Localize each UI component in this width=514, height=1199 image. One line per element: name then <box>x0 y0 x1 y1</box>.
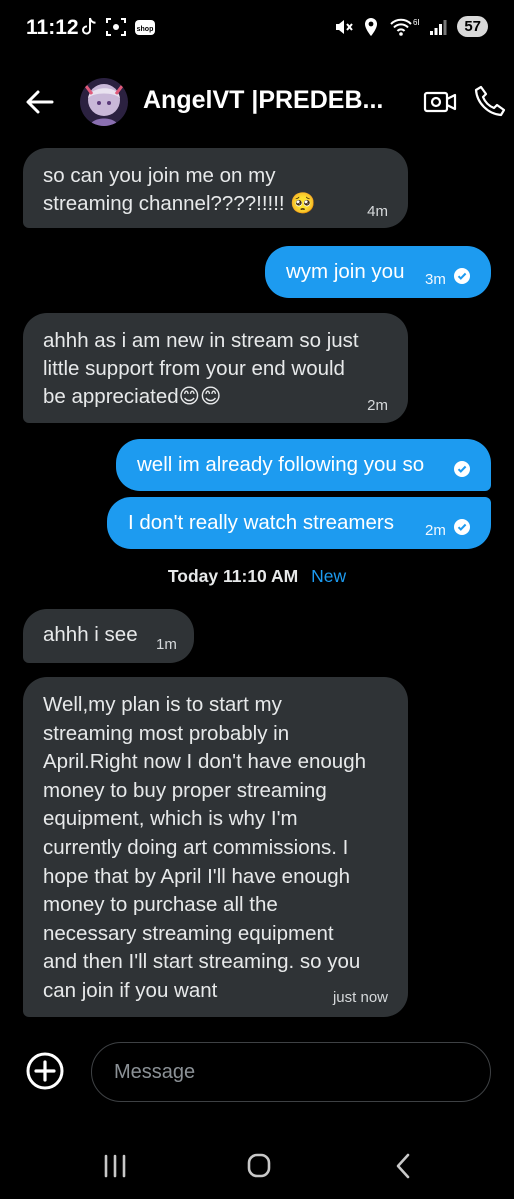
sent-message[interactable]: well im already following you so <box>116 439 491 491</box>
sent-message[interactable]: wym join you 3m <box>265 246 491 298</box>
signal-icon <box>430 19 447 35</box>
message-time: 2m <box>425 522 446 539</box>
network-label: 6E <box>413 18 419 27</box>
tiktok-icon <box>82 17 96 35</box>
message-text: so can you join me on my streaming chann… <box>43 164 316 215</box>
video-call-icon[interactable] <box>423 86 457 118</box>
received-message[interactable]: so can you join me on my streaming chann… <box>23 148 408 228</box>
chat-header: AngelVT |PREDEB... <box>0 70 514 134</box>
home-icon[interactable] <box>239 1148 279 1184</box>
mute-icon <box>336 19 354 34</box>
message-input[interactable] <box>91 1042 491 1102</box>
new-messages-label: New <box>311 566 347 586</box>
read-check-icon <box>454 519 470 535</box>
message-time: 3m <box>425 271 446 288</box>
shop-icon: shop <box>135 20 155 35</box>
back-nav-icon[interactable] <box>384 1148 424 1184</box>
message-text: Well,my plan is to start my streaming mo… <box>43 693 367 1002</box>
battery-indicator: 57 <box>457 16 488 37</box>
recent-apps-icon[interactable] <box>95 1148 135 1184</box>
message-time: 2m <box>367 397 388 414</box>
read-check-icon <box>454 268 470 284</box>
svg-text:shop: shop <box>137 26 154 33</box>
notification-icons: shop <box>80 17 156 37</box>
contact-name[interactable]: AngelVT |PREDEB... <box>143 86 383 115</box>
message-text: ahhh i see <box>43 623 138 646</box>
location-icon <box>365 17 378 36</box>
status-bar: 11:12 shop 6E 57 <box>0 0 514 60</box>
message-time: 4m <box>367 203 388 220</box>
divider-time: Today 11:10 AM <box>167 566 299 586</box>
read-check-icon <box>454 461 470 477</box>
status-time: 11:12 <box>26 16 79 39</box>
date-divider: Today 11:10 AM New <box>0 566 514 587</box>
sent-message[interactable]: I don't really watch streamers 2m <box>107 497 491 549</box>
received-message[interactable]: ahhh as i am new in stream so just littl… <box>23 313 408 423</box>
add-attachment-icon[interactable] <box>25 1051 65 1091</box>
wifi-icon: 6E <box>390 18 419 36</box>
phone-call-icon[interactable] <box>473 84 507 118</box>
system-icons: 6E 57 <box>333 16 488 37</box>
back-arrow-icon[interactable] <box>22 84 58 120</box>
avatar[interactable] <box>80 78 128 126</box>
screenshot-icon <box>106 18 126 36</box>
message-text: wym join you <box>286 260 405 283</box>
message-text: ahhh as i am new in stream so just littl… <box>43 329 359 408</box>
message-time: just now <box>332 989 388 1006</box>
received-message[interactable]: ahhh i see 1m <box>23 609 194 663</box>
message-text: well im already following you so <box>137 453 425 476</box>
message-text: I don't really watch streamers <box>128 511 394 534</box>
message-time: 1m <box>156 636 177 653</box>
received-message[interactable]: Well,my plan is to start my streaming mo… <box>23 677 408 1017</box>
